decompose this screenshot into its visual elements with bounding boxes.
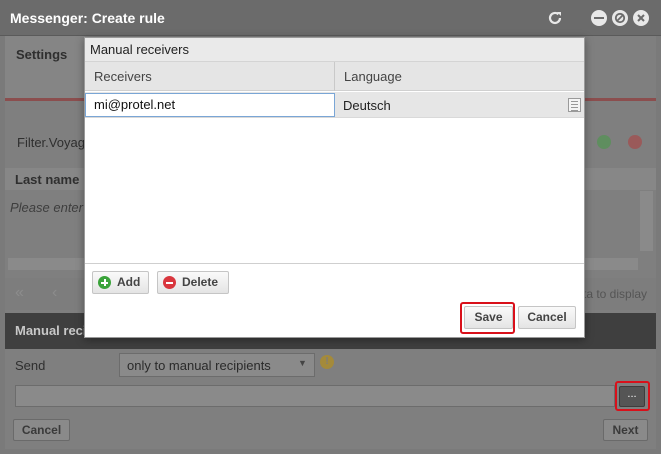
grid-bottom-border: [85, 263, 584, 264]
dialog-title: Manual receivers: [90, 42, 189, 57]
receiver-email-input[interactable]: mi@protel.net: [85, 93, 335, 117]
send-label: Send: [15, 358, 46, 373]
notes-icon[interactable]: [568, 98, 581, 112]
ellipsis-highlight: [615, 381, 650, 411]
window-cancel-button[interactable]: Cancel: [13, 419, 70, 441]
remove-filter-icon[interactable]: [628, 135, 642, 149]
minimize-icon[interactable]: [591, 10, 607, 26]
receiver-language-cell[interactable]: Deutsch: [343, 98, 391, 113]
dialog-cancel-button[interactable]: Cancel: [518, 306, 576, 329]
last-name-header: Last name: [15, 172, 80, 187]
prev-page-icon[interactable]: ‹: [52, 284, 57, 302]
add-icon: [98, 276, 111, 289]
window-title: Messenger: Create rule: [10, 10, 165, 26]
refresh-icon[interactable]: [546, 9, 564, 27]
chevron-down-icon: ▼: [298, 358, 307, 368]
messenger-window: Messenger: Create rule Settings Filter.V…: [0, 0, 661, 454]
send-select[interactable]: only to manual recipients ▼: [119, 353, 315, 377]
window-next-button[interactable]: Next: [603, 419, 648, 441]
delete-button[interactable]: Delete: [157, 271, 229, 294]
filter-label: Filter.Voyag: [17, 135, 85, 150]
column-language[interactable]: Language: [344, 69, 402, 84]
warning-icon: !: [320, 355, 334, 369]
settings-tab[interactable]: Settings: [5, 36, 85, 100]
column-separator: [334, 62, 335, 91]
manual-recipients-field[interactable]: [15, 385, 615, 407]
column-receivers[interactable]: Receivers: [94, 69, 152, 84]
delete-icon: [163, 276, 176, 289]
save-highlight: [460, 302, 515, 334]
vertical-scrollbar[interactable]: [640, 191, 653, 251]
dialog-titlebar: Manual receivers: [85, 38, 584, 62]
window-titlebar: Messenger: Create rule: [0, 0, 661, 36]
add-filter-icon[interactable]: [597, 135, 611, 149]
filter-placeholder: Please enter: [10, 200, 83, 215]
manual-receivers-dialog: Manual receivers Receivers Language mi@p…: [84, 37, 585, 338]
no-data-text: ta to display: [583, 287, 648, 301]
close-icon[interactable]: [633, 10, 649, 26]
first-page-icon[interactable]: «: [15, 284, 24, 302]
add-button[interactable]: Add: [92, 271, 149, 294]
block-icon[interactable]: [612, 10, 628, 26]
